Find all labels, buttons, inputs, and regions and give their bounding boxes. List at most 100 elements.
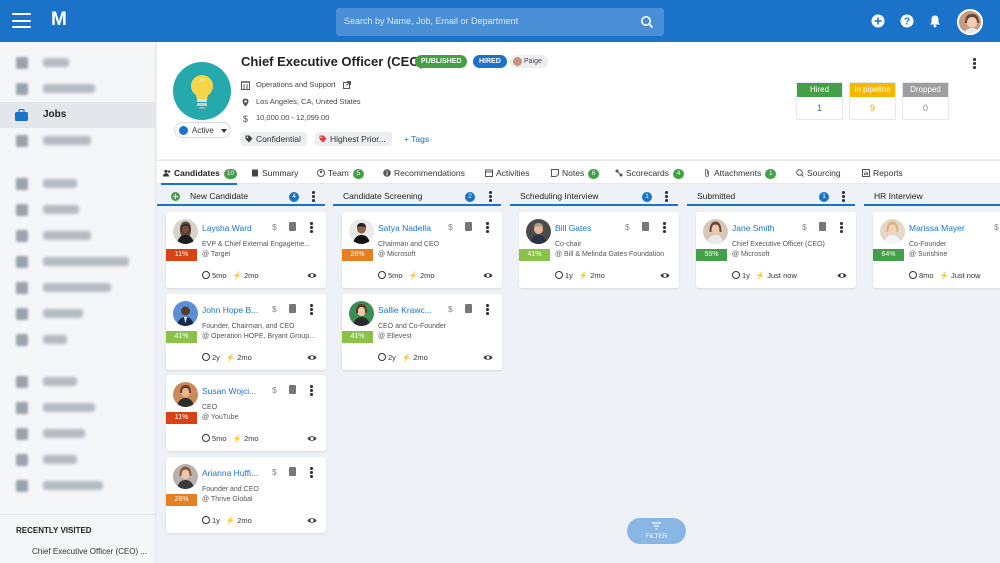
candidate-name[interactable]: Jane Smith	[732, 223, 775, 233]
add-candidate-icon[interactable]	[171, 192, 180, 201]
candidate-card[interactable]: Marissa Mayer $ 64% Co-Founder @ Sunshin…	[873, 212, 1000, 288]
card-menu-icon[interactable]	[486, 222, 489, 233]
tab-sourcing[interactable]: Sourcing	[794, 161, 841, 185]
sidebar-item-career-page[interactable]	[0, 395, 156, 421]
eye-icon[interactable]	[660, 271, 670, 280]
tag-chip[interactable]: Highest Prior...	[315, 132, 392, 146]
candidate-card[interactable]: John Hope B... $ 41% Founder, Chairman, …	[166, 294, 326, 370]
app-logo[interactable]: M	[51, 10, 70, 30]
dollar-icon[interactable]: $	[625, 222, 630, 232]
candidate-name[interactable]: Sallie Krawc...	[378, 305, 432, 315]
tab-recommendations[interactable]: Recommendations	[381, 161, 465, 185]
stat-hired[interactable]: Hired 1	[796, 82, 843, 120]
dollar-icon[interactable]: $	[272, 467, 277, 477]
card-menu-icon[interactable]	[840, 222, 843, 233]
card-menu-icon[interactable]	[486, 304, 489, 315]
document-icon[interactable]	[289, 385, 296, 394]
column-menu-icon[interactable]	[665, 191, 668, 202]
candidate-card[interactable]: Bill Gates $ 41% Co-chair @ Bill & Melin…	[519, 212, 679, 288]
candidate-card[interactable]: Jane Smith $ 55% Chief Executive Officer…	[696, 212, 856, 288]
tab-team[interactable]: Team 5	[315, 161, 364, 185]
eye-icon[interactable]	[483, 353, 493, 362]
tag-chip[interactable]: Confidential	[241, 132, 307, 146]
sidebar-item-departments[interactable]	[0, 76, 156, 102]
dollar-icon[interactable]: $	[448, 304, 453, 314]
eye-icon[interactable]	[307, 516, 317, 525]
candidate-name[interactable]: Marissa Mayer	[909, 223, 965, 233]
filter-button[interactable]: FILTER	[627, 518, 686, 544]
card-menu-icon[interactable]	[310, 304, 313, 315]
bell-icon[interactable]	[928, 14, 942, 28]
search-icon[interactable]	[640, 15, 654, 29]
eye-icon[interactable]	[307, 434, 317, 443]
card-menu-icon[interactable]	[310, 222, 313, 233]
tab-notes[interactable]: Notes 6	[549, 161, 600, 185]
status-dropdown[interactable]: Active	[174, 122, 231, 138]
eye-icon[interactable]	[307, 271, 317, 280]
add-circle-icon[interactable]	[871, 14, 885, 28]
candidate-name[interactable]: John Hope B...	[202, 305, 258, 315]
sidebar-item-settings[interactable]	[0, 447, 156, 473]
sidebar-item-candidates[interactable]	[0, 128, 156, 154]
dollar-icon[interactable]: $	[448, 222, 453, 232]
sidebar-item-activities[interactable]	[0, 301, 156, 327]
owner-chip[interactable]: Paige	[510, 55, 548, 68]
column-menu-icon[interactable]	[312, 191, 315, 202]
recently-visited-item[interactable]: Chief Executive Officer (CEO) ...	[32, 547, 147, 556]
sidebar-item-requisitions[interactable]	[0, 275, 156, 301]
candidate-name[interactable]: Susan Wojci...	[202, 386, 256, 396]
column-menu-icon[interactable]	[489, 191, 492, 202]
tab-scorecards[interactable]: Scorecards 4	[613, 161, 684, 185]
candidate-name[interactable]: Bill Gates	[555, 223, 591, 233]
sidebar-item-marketing[interactable]	[0, 421, 156, 447]
stat-dropped[interactable]: Dropped 0	[902, 82, 949, 120]
user-avatar[interactable]	[957, 9, 983, 35]
dollar-icon[interactable]: $	[272, 304, 277, 314]
document-icon[interactable]	[289, 467, 296, 476]
candidate-name[interactable]: Satya Nadella	[378, 223, 431, 233]
candidate-card[interactable]: Sallie Krawc... $ 41% CEO and Co-Founder…	[342, 294, 502, 370]
search-input[interactable]: Search by Name, Job, Email or Department	[336, 8, 664, 36]
eye-icon[interactable]	[307, 353, 317, 362]
menu-icon[interactable]	[12, 13, 31, 28]
help-icon[interactable]: ?	[900, 14, 914, 28]
tab-attachments[interactable]: Attachments 1	[701, 161, 777, 185]
sidebar-item-matches[interactable]	[0, 197, 156, 223]
sidebar-item-contacts[interactable]	[0, 249, 156, 275]
sidebar-item-jobs[interactable]: Jobs	[0, 102, 156, 128]
sidebar-item-reports[interactable]	[0, 369, 156, 395]
candidate-name[interactable]: Laysha Ward	[202, 223, 252, 233]
stat-in-pipeline[interactable]: In pipeline 9	[849, 82, 896, 120]
document-icon[interactable]	[819, 222, 826, 231]
candidate-card[interactable]: Satya Nadella $ 26% Chairman and CEO @ M…	[342, 212, 502, 288]
card-menu-icon[interactable]	[310, 385, 313, 396]
sidebar-item-vendors[interactable]	[0, 171, 156, 197]
document-icon[interactable]	[465, 222, 472, 231]
dollar-icon[interactable]: $	[994, 222, 999, 232]
candidate-name[interactable]: Arianna Huffi...	[202, 468, 258, 478]
eye-icon[interactable]	[837, 271, 847, 280]
tab-activities[interactable]: Activities	[483, 161, 530, 185]
tab-reports[interactable]: Reports	[860, 161, 903, 185]
external-link-icon[interactable]	[342, 81, 351, 90]
column-menu-icon[interactable]	[842, 191, 845, 202]
sidebar-item-inbox[interactable]	[0, 327, 156, 353]
candidate-card[interactable]: Arianna Huffi... $ 26% Founder and CEO @…	[166, 457, 326, 533]
sidebar-item-home[interactable]	[0, 50, 156, 76]
dollar-icon[interactable]: $	[802, 222, 807, 232]
document-icon[interactable]	[289, 222, 296, 231]
more-options-icon[interactable]	[973, 58, 976, 69]
document-icon[interactable]	[642, 222, 649, 231]
sidebar-item-placements[interactable]	[0, 223, 156, 249]
candidate-card[interactable]: Susan Wojci... $ 11% CEO @ YouTube 5mo ⚡ 2…	[166, 375, 326, 451]
document-icon[interactable]	[289, 304, 296, 313]
add-tags-button[interactable]: + Tags	[404, 134, 429, 144]
candidate-card[interactable]: Laysha Ward $ 11% EVP & Chief External E…	[166, 212, 326, 288]
document-icon[interactable]	[465, 304, 472, 313]
card-menu-icon[interactable]	[310, 467, 313, 478]
card-menu-icon[interactable]	[663, 222, 666, 233]
dollar-icon[interactable]: $	[272, 385, 277, 395]
tab-candidates[interactable]: Candidates 10	[161, 161, 238, 185]
sidebar-item-administration[interactable]	[0, 473, 156, 499]
tab-summary[interactable]: Summary	[249, 161, 298, 185]
